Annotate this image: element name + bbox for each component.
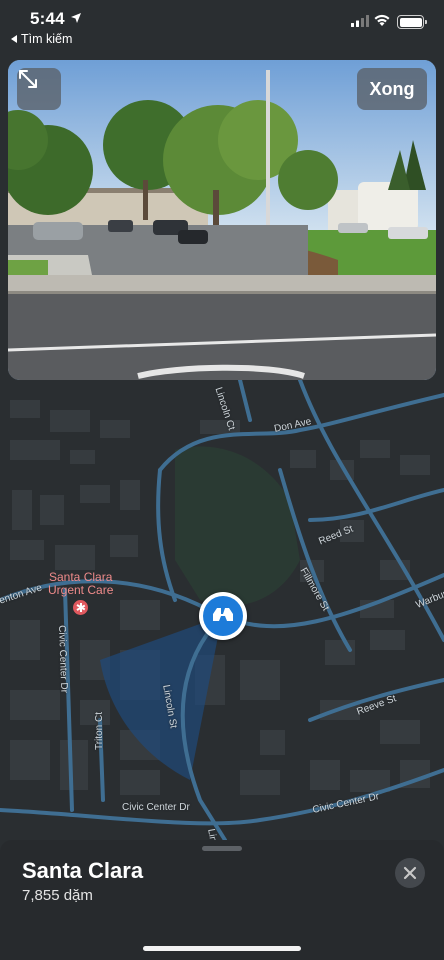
street-label-triton-ct: Triton Ct xyxy=(94,712,105,750)
sheet-grabber[interactable] xyxy=(202,846,242,851)
look-around-marker[interactable] xyxy=(199,592,247,640)
cellular-signal-icon xyxy=(351,15,369,27)
place-distance: 7,855 dặm xyxy=(22,887,93,904)
location-arrow-icon xyxy=(71,13,81,23)
poi-label-line2: Urgent Care xyxy=(48,583,114,597)
back-app-label: Tìm kiếm xyxy=(21,32,73,46)
expand-arrows-icon xyxy=(19,70,37,88)
place-title: Santa Clara xyxy=(22,858,144,883)
close-icon xyxy=(403,866,417,880)
back-triangle-icon xyxy=(11,35,17,43)
done-button[interactable]: Xong xyxy=(357,68,427,110)
place-sheet[interactable]: Santa Clara 7,855 dặm xyxy=(0,840,444,960)
back-to-app-link[interactable]: Tìm kiếm xyxy=(11,32,72,46)
wifi-icon xyxy=(374,14,390,26)
street-label-civic-center-dr-vertical: Civic Center Dr xyxy=(56,625,70,694)
poi-urgent-care[interactable]: Santa Clara Urgent Care xyxy=(48,571,113,615)
close-button[interactable] xyxy=(395,858,425,888)
home-indicator[interactable] xyxy=(143,946,301,951)
street-label-civic-center-dr-bottom: Civic Center Dr xyxy=(122,802,190,813)
expand-button[interactable] xyxy=(17,68,61,110)
medical-icon xyxy=(73,600,89,615)
look-around-preview[interactable]: Xong xyxy=(8,60,436,380)
status-bar: 5:44 Tìm kiếm xyxy=(0,0,444,50)
battery-icon xyxy=(397,15,427,29)
clock: 5:44 xyxy=(30,9,65,28)
binoculars-icon xyxy=(203,596,243,636)
